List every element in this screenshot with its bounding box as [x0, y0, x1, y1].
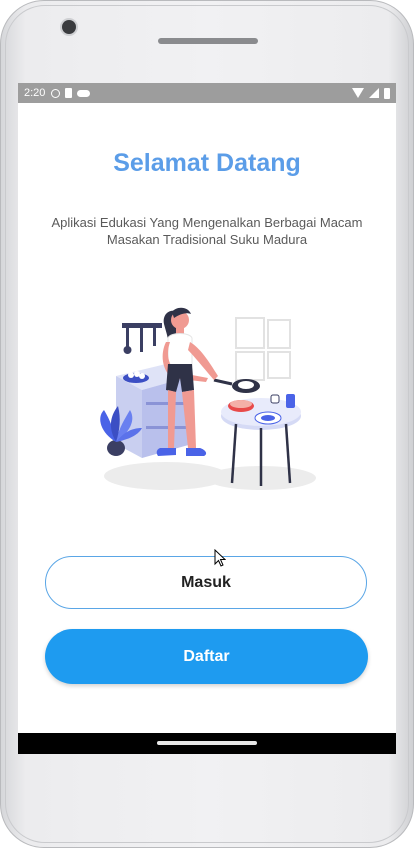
earpiece-speaker	[158, 38, 258, 44]
page-subtitle: Aplikasi Edukasi Yang Mengenalkan Berbag…	[51, 215, 363, 247]
status-bar: 2:20	[18, 83, 396, 103]
battery-icon	[384, 87, 390, 99]
navigation-bar	[18, 733, 396, 754]
home-gesture-pill[interactable]	[157, 741, 257, 745]
login-button[interactable]: Masuk	[45, 556, 367, 609]
device-screen: 2:20 Selamat Datang Aplikasi Edukasi Yan…	[18, 83, 396, 754]
sim-card-icon	[65, 88, 73, 98]
woman-cooking-illustration	[100, 307, 316, 490]
mouse-cursor-icon	[214, 549, 226, 567]
status-time: 2:20	[24, 87, 46, 99]
page-title: Selamat Datang	[113, 149, 301, 177]
phone-frame: 2:20 Selamat Datang Aplikasi Edukasi Yan…	[0, 0, 414, 848]
front-camera	[62, 20, 76, 34]
signal-icon	[369, 88, 379, 98]
status-icons-left	[51, 88, 91, 98]
vpn-globe-icon	[51, 88, 61, 98]
welcome-screen: Selamat Datang Aplikasi Edukasi Yang Men…	[18, 103, 396, 733]
register-button[interactable]: Daftar	[45, 629, 368, 684]
wifi-icon	[352, 88, 364, 98]
cloud-icon	[77, 89, 91, 97]
status-icons-right	[352, 83, 390, 103]
